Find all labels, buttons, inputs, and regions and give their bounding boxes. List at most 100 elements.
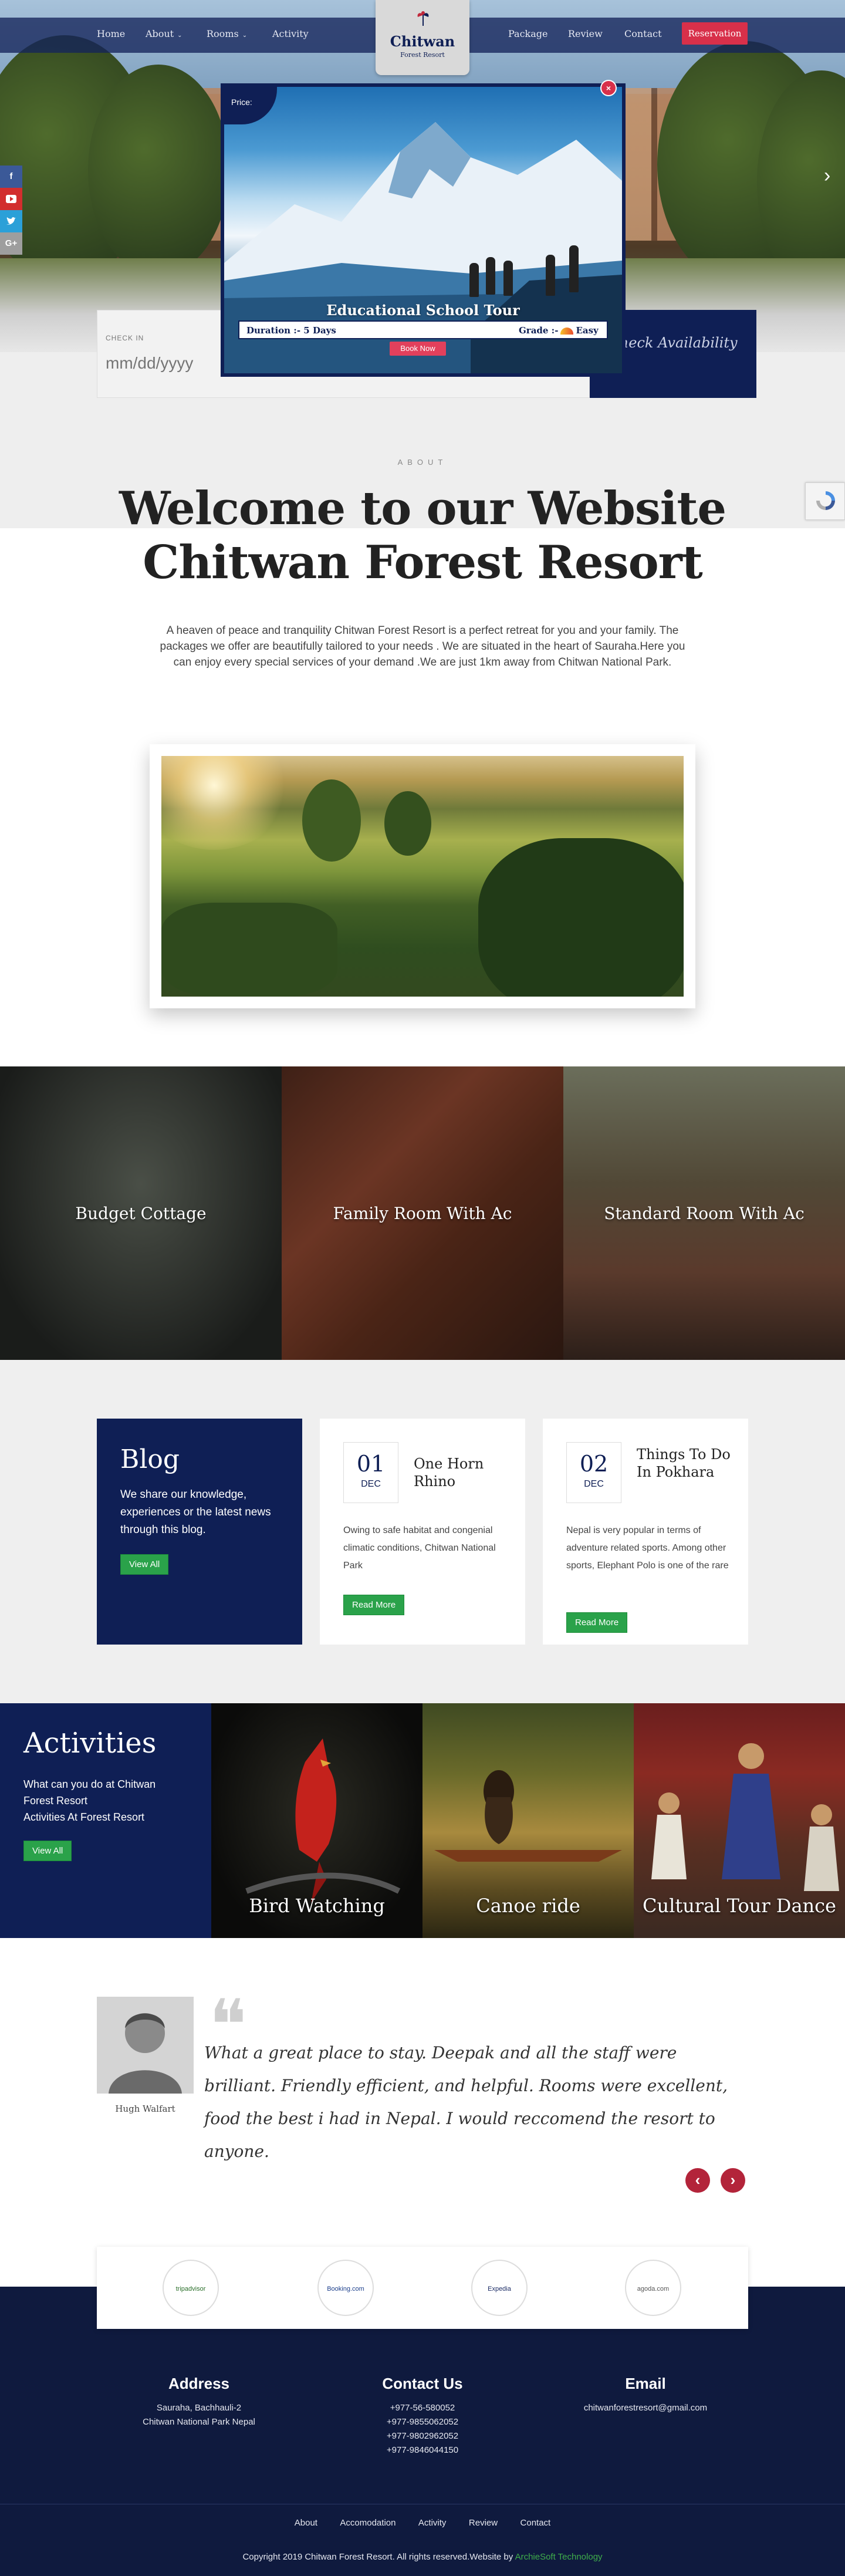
footer-email-address[interactable]: chitwanforestresort@gmail.com <box>534 2401 757 2415</box>
partner-logos: tripadvisor Booking.com Expedia agoda.co… <box>97 2247 748 2329</box>
post-excerpt: Owing to safe habitat and congenial clim… <box>343 1525 496 1571</box>
activity-title: Canoe ride <box>476 1895 580 1917</box>
tripadvisor-logo[interactable]: tripadvisor <box>163 2260 219 2316</box>
site-logo[interactable]: Chitwan Forest Resort <box>376 0 469 75</box>
checkin-label: CHECK IN <box>106 334 144 342</box>
post-date: 02 DEC <box>566 1442 621 1503</box>
site-footer: Address Sauraha, Bachhauli-2 Chitwan Nat… <box>0 2287 845 2576</box>
copyright-text: Copyright 2019 Chitwan Forest Resort. Al… <box>242 2552 515 2562</box>
post-excerpt: Nepal is very popular in terms of advent… <box>566 1525 729 1571</box>
tree <box>478 838 684 997</box>
popup-info-bar: Duration :- 5 Days Grade :- Easy <box>238 320 608 339</box>
recaptcha-badge[interactable] <box>805 482 845 520</box>
about-title: Welcome to our Website Chitwan Forest Re… <box>0 482 845 590</box>
hiker-figure <box>469 263 479 297</box>
blog-view-all-button[interactable]: View All <box>120 1554 169 1575</box>
checkin-date-input[interactable] <box>106 352 235 375</box>
popup-title: Educational School Tour <box>326 302 520 319</box>
activity-tile[interactable]: Canoe ride <box>422 1703 634 1938</box>
nav-home[interactable]: Home <box>97 28 125 39</box>
logo-subtitle: Forest Resort <box>400 51 445 59</box>
booking-logo[interactable]: Booking.com <box>317 2260 374 2316</box>
nav-package[interactable]: Package <box>508 28 548 39</box>
footer-phone[interactable]: +977-56-580052 <box>311 2401 534 2415</box>
about-photo-frame <box>150 744 695 1008</box>
post-day: 01 <box>356 1451 386 1477</box>
blog-description: We share our knowledge, experiences or t… <box>120 1488 271 1536</box>
agoda-logo[interactable]: agoda.com <box>625 2260 681 2316</box>
sun-glow <box>161 756 290 850</box>
reservation-button[interactable]: Reservation <box>682 22 748 45</box>
footer-contact-title: Contact Us <box>382 2375 463 2392</box>
about-section: ABOUT Welcome to our Website Chitwan For… <box>0 458 845 670</box>
youtube-icon[interactable] <box>0 188 22 210</box>
slider-next-icon[interactable]: › <box>824 164 830 187</box>
tree <box>161 903 337 997</box>
developer-link[interactable]: ArchieSoft Technology <box>515 2552 603 2562</box>
reviewer-name: Hugh Walfart <box>115 2104 175 2114</box>
testimonial-prev-button[interactable]: ‹ <box>685 2168 710 2193</box>
chevron-down-icon: ⌄ <box>242 32 248 39</box>
footer-email: Email chitwanforestresort@gmail.com <box>534 2375 757 2415</box>
hero-tree <box>88 65 229 276</box>
about-text: A heaven of peace and tranquility Chitwa… <box>160 624 685 669</box>
testimonial-section: Hugh Walfart ❝ What a great place to sta… <box>0 1938 845 2287</box>
footer-phone[interactable]: +977-9802962052 <box>311 2429 534 2443</box>
tour-popup: Price: Educational School Tour Duration … <box>221 80 626 377</box>
about-eyebrow: ABOUT <box>397 458 448 467</box>
activity-tile[interactable]: Cultural Tour Dance <box>634 1703 845 1938</box>
activities-view-all-button[interactable]: View All <box>23 1841 72 1861</box>
blog-post-card[interactable]: 02 DEC Things To Do In Pokhara Nepal is … <box>543 1419 748 1645</box>
reviewer-avatar <box>97 1997 194 2094</box>
post-title[interactable]: Things To Do In Pokhara <box>637 1446 731 1481</box>
nav-review[interactable]: Review <box>568 28 603 39</box>
footer-address-line: Sauraha, Bachhauli-2 <box>156 2403 242 2413</box>
popup-grade-value: Easy <box>576 325 599 336</box>
footer-email-title: Email <box>625 2375 666 2392</box>
about-title-line2: Chitwan Forest Resort <box>143 536 702 589</box>
testimonial-quote: What a great place to stay. Deepak and a… <box>204 2043 728 2161</box>
room-title: Standard Room With Ac <box>604 1203 805 1223</box>
post-month: DEC <box>361 1479 381 1489</box>
blog-post-card[interactable]: 01 DEC One Horn Rhino Owing to safe habi… <box>320 1419 525 1645</box>
nav-about-label: About <box>146 28 174 39</box>
logo-title: Chitwan <box>390 33 455 50</box>
footer-phone[interactable]: +977-9855062052 <box>311 2415 534 2429</box>
room-card[interactable]: Budget Cottage <box>0 1066 282 1360</box>
footer-link-activity[interactable]: Activity <box>418 2518 447 2528</box>
room-card[interactable]: Standard Room With Ac <box>563 1066 845 1360</box>
activity-tile[interactable]: Bird Watching <box>211 1703 422 1938</box>
nav-contact[interactable]: Contact <box>624 28 662 39</box>
room-card[interactable]: Family Room With Ac <box>282 1066 563 1360</box>
google-plus-icon[interactable]: G+ <box>0 232 22 255</box>
footer-link-contact[interactable]: Contact <box>520 2518 551 2528</box>
footer-address-line: Chitwan National Park Nepal <box>143 2417 255 2427</box>
twitter-icon[interactable] <box>0 210 22 232</box>
testimonial-next-button[interactable]: › <box>721 2168 745 2193</box>
popup-grade-label: Grade :- <box>519 325 559 336</box>
tree <box>384 791 431 856</box>
expedia-logo[interactable]: Expedia <box>471 2260 528 2316</box>
close-icon[interactable]: × <box>600 80 617 96</box>
nav-rooms[interactable]: Rooms ⌄ <box>207 28 247 39</box>
footer-phone[interactable]: +977-9846044150 <box>311 2443 534 2457</box>
activities-intro: Activities What can you do at Chitwan Fo… <box>0 1703 211 1938</box>
post-day: 02 <box>579 1451 609 1477</box>
footer-link-review[interactable]: Review <box>469 2518 498 2528</box>
footer-link-about[interactable]: About <box>295 2518 317 2528</box>
footer-link-accomodation[interactable]: Accomodation <box>340 2518 396 2528</box>
hiker-figure <box>486 257 495 295</box>
footer-contact: Contact Us +977-56-580052 +977-985506205… <box>311 2375 534 2457</box>
popup-duration: Duration :- 5 Days <box>246 325 336 336</box>
read-more-button[interactable]: Read More <box>566 1612 628 1633</box>
footer-address: Address Sauraha, Bachhauli-2 Chitwan Nat… <box>87 2375 310 2429</box>
nav-activity[interactable]: Activity <box>272 28 309 39</box>
facebook-icon[interactable]: f <box>0 166 22 188</box>
activity-title: Cultural Tour Dance <box>643 1895 836 1917</box>
difficulty-gauge-icon <box>560 328 574 335</box>
hiker-figure <box>546 255 555 296</box>
read-more-button[interactable]: Read More <box>343 1595 405 1615</box>
nav-about[interactable]: About ⌄ <box>146 28 182 39</box>
post-title[interactable]: One Horn Rhino <box>414 1455 508 1490</box>
book-now-button[interactable]: Book Now <box>390 342 446 356</box>
